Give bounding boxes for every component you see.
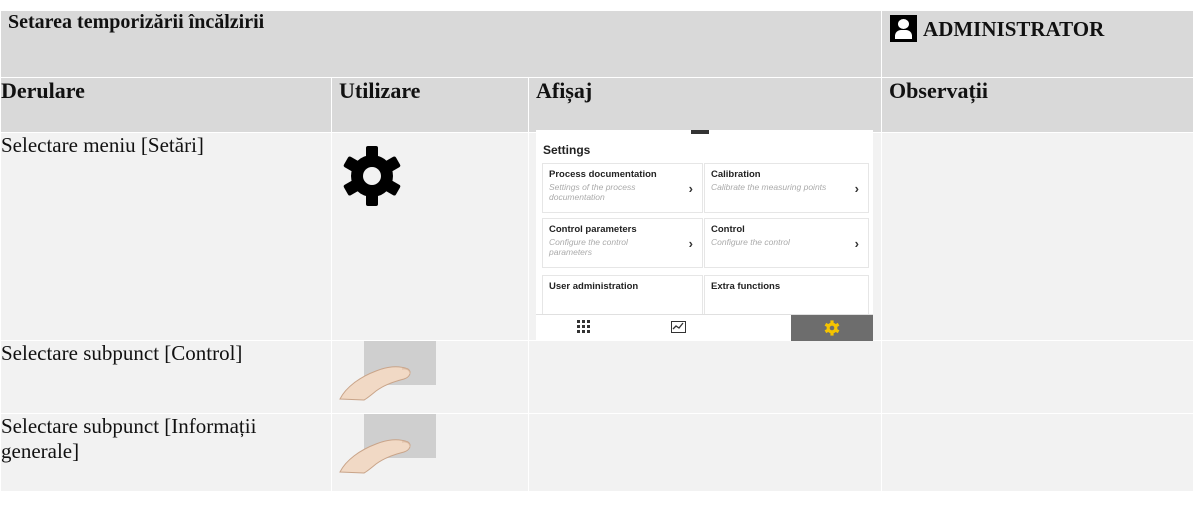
table-row: Selectare meniu [Setări] Settings Proces… (0, 130, 1195, 341)
tile-description: Configure the control parameters (549, 237, 628, 257)
bottom-nav-bar (536, 314, 873, 341)
chevron-right-icon: › (688, 236, 693, 251)
observations-cell (881, 340, 1195, 414)
table-row: Selectare subpunct [Control] (0, 340, 1195, 414)
display-cell: Settings Process documentation Settings … (527, 130, 883, 341)
role-label: ADMINISTRATOR (923, 17, 1105, 41)
screen-notch (691, 130, 709, 134)
tile-label: Extra functions (711, 281, 781, 292)
tile-process-documentation[interactable]: Process documentation Settings of the pr… (542, 163, 703, 213)
cut-off-text (0, 0, 1202, 10)
column-header-derulare: Derulare (0, 77, 332, 133)
display-cell (527, 340, 883, 414)
observations-cell (881, 132, 1195, 341)
gear-icon (343, 146, 401, 206)
tile-label: Calibration (711, 169, 761, 180)
usage-cell (331, 413, 529, 492)
tile-label: Control (711, 224, 745, 235)
tile-extra-functions[interactable]: Extra functions (704, 275, 869, 315)
chevron-right-icon: › (688, 181, 693, 196)
display-cell (527, 413, 883, 492)
settings-tab[interactable] (791, 315, 873, 341)
header-row: Derulare Utilizare Afișaj Observații (0, 77, 1195, 133)
table-row: Selectare subpunct [Informații generale] (0, 413, 1195, 492)
tile-label: Process documentation (549, 169, 657, 180)
procedure-table: Setarea temporizării încălzirii ADMINIST… (0, 10, 1195, 492)
screen-title: Settings (543, 143, 591, 157)
tile-user-administration[interactable]: User administration (542, 275, 703, 315)
tile-control[interactable]: Control Configure the control › (704, 218, 869, 268)
procedure-title: Setarea temporizării încălzirii (0, 10, 883, 78)
finger-tap-icon (339, 414, 436, 474)
tile-calibration[interactable]: Calibration Calibrate the measuring poin… (704, 163, 869, 213)
usage-cell (331, 340, 529, 414)
column-header-observatii: Observații (881, 77, 1195, 133)
settings-screen: Settings Process documentation Settings … (536, 130, 873, 341)
tile-control-parameters[interactable]: Control parameters Configure the control… (542, 218, 703, 268)
title-row: Setarea temporizării încălzirii ADMINIST… (0, 10, 1195, 78)
settings-icon (824, 320, 840, 336)
column-header-utilizare: Utilizare (331, 77, 529, 133)
tile-label: Control parameters (549, 224, 637, 235)
document-page: Setarea temporizării încălzirii ADMINIST… (0, 0, 1202, 523)
observations-cell (881, 413, 1195, 492)
chart-icon[interactable] (671, 321, 686, 333)
role-cell: ADMINISTRATOR (881, 10, 1195, 78)
apps-icon[interactable] (576, 319, 592, 335)
column-header-afisaj: Afișaj (527, 77, 883, 133)
tile-description: Calibrate the measuring points (711, 182, 827, 192)
tile-label: User administration (549, 281, 639, 292)
chevron-right-icon: › (854, 236, 859, 251)
tile-description: Configure the control (711, 237, 790, 247)
chevron-right-icon: › (854, 181, 859, 196)
tile-description: Settings of the process documentation (549, 182, 636, 202)
user-icon (890, 15, 918, 42)
finger-tap-icon (339, 341, 436, 401)
step-text: Selectare subpunct [Control] (0, 340, 332, 414)
usage-cell (331, 132, 529, 341)
step-text: Selectare subpunct [Informații generale] (0, 413, 332, 492)
step-text: Selectare meniu [Setări] (0, 132, 332, 341)
